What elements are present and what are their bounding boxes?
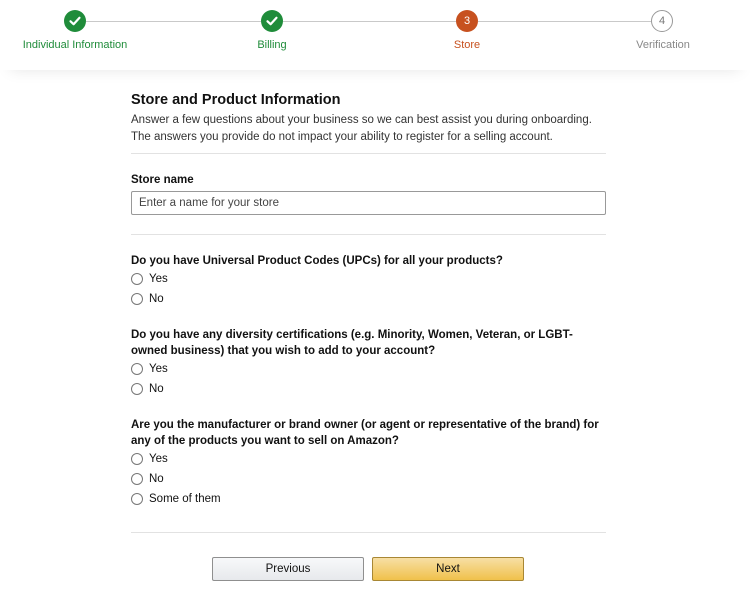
radio-option-manufacturer-yes[interactable]: Yes [131, 449, 606, 469]
question-diversity-text: Do you have any diversity certifications… [131, 329, 573, 357]
store-form: Store and Product Information Answer a f… [131, 92, 606, 509]
divider [131, 234, 606, 235]
radio-button[interactable] [131, 453, 143, 465]
radio-button[interactable] [131, 363, 143, 375]
checkmark-icon [266, 16, 278, 26]
radio-button[interactable] [131, 383, 143, 395]
store-name-group: Store name [131, 174, 606, 215]
radio-label: Yes [149, 453, 168, 465]
radio-option-diversity-yes[interactable]: Yes [131, 359, 606, 379]
radio-option-upc-yes[interactable]: Yes [131, 269, 606, 289]
step-4-pending-indicator: 4 [651, 10, 673, 32]
radio-label: No [149, 383, 164, 395]
radio-button[interactable] [131, 493, 143, 505]
next-button[interactable]: Next [372, 557, 524, 581]
question-upc-text: Do you have Universal Product Codes (UPC… [131, 255, 503, 267]
radio-button[interactable] [131, 293, 143, 305]
checkmark-icon [69, 16, 81, 26]
radio-label: Yes [149, 273, 168, 285]
stepper-connector [478, 21, 651, 22]
radio-button[interactable] [131, 473, 143, 485]
radio-option-diversity-no[interactable]: No [131, 379, 606, 399]
step-label-billing: Billing [257, 39, 287, 51]
stepper-connector [86, 21, 261, 22]
store-name-input[interactable] [131, 191, 606, 215]
radio-option-upc-no[interactable]: No [131, 289, 606, 309]
radio-option-manufacturer-some[interactable]: Some of them [131, 489, 606, 509]
previous-button[interactable]: Previous [212, 557, 364, 581]
section-description: Answer a few questions about your busine… [131, 114, 592, 143]
progress-stepper: Individual Information Billing 3 Store 4… [0, 0, 750, 70]
radio-button[interactable] [131, 273, 143, 285]
question-upc: Do you have Universal Product Codes (UPC… [131, 253, 606, 309]
step-label-verification: Verification [636, 39, 690, 51]
step-3-current-indicator: 3 [456, 10, 478, 32]
question-manufacturer-text: Are you the manufacturer or brand owner … [131, 419, 599, 447]
stepper-connector [283, 21, 456, 22]
radio-label: Some of them [149, 493, 221, 505]
radio-label: No [149, 473, 164, 485]
store-name-label: Store name [131, 174, 194, 186]
question-diversity: Do you have any diversity certifications… [131, 327, 606, 399]
radio-option-manufacturer-no[interactable]: No [131, 469, 606, 489]
step-label-store: Store [453, 39, 481, 51]
radio-label: No [149, 293, 164, 305]
footer-divider [131, 532, 606, 533]
radio-label: Yes [149, 363, 168, 375]
divider [131, 153, 606, 154]
step-2-complete-icon [261, 10, 283, 32]
step-1-complete-icon [64, 10, 86, 32]
step-label-individual-information: Individual Information [22, 39, 128, 51]
section-title: Store and Product Information [131, 92, 341, 108]
question-manufacturer: Are you the manufacturer or brand owner … [131, 417, 606, 509]
